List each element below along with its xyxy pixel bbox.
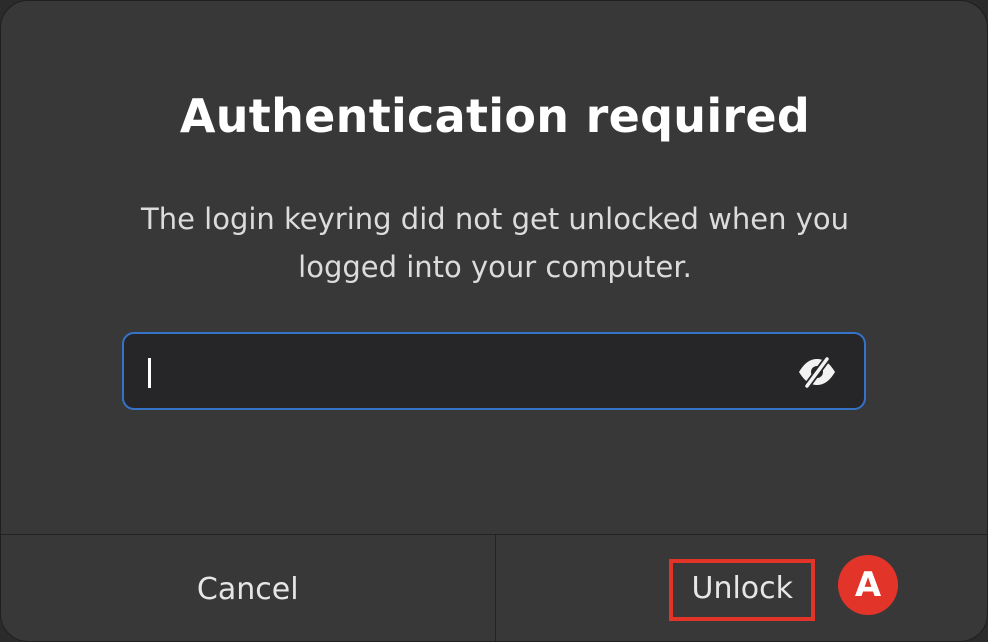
- unlock-button[interactable]: Unlock: [496, 535, 988, 641]
- unlock-button-label: Unlock: [669, 558, 816, 621]
- auth-dialog: Authentication required The login keyrin…: [0, 0, 988, 642]
- text-caret: [148, 358, 151, 388]
- eye-slash-icon[interactable]: [796, 355, 838, 390]
- dialog-message: The login keyring did not get unlocked w…: [141, 202, 849, 284]
- password-field[interactable]: [122, 332, 866, 410]
- cancel-button[interactable]: Cancel: [1, 535, 496, 641]
- annotation-marker: A: [838, 555, 898, 615]
- cancel-button-label: Cancel: [196, 572, 299, 607]
- dialog-title: Authentication required: [179, 89, 811, 143]
